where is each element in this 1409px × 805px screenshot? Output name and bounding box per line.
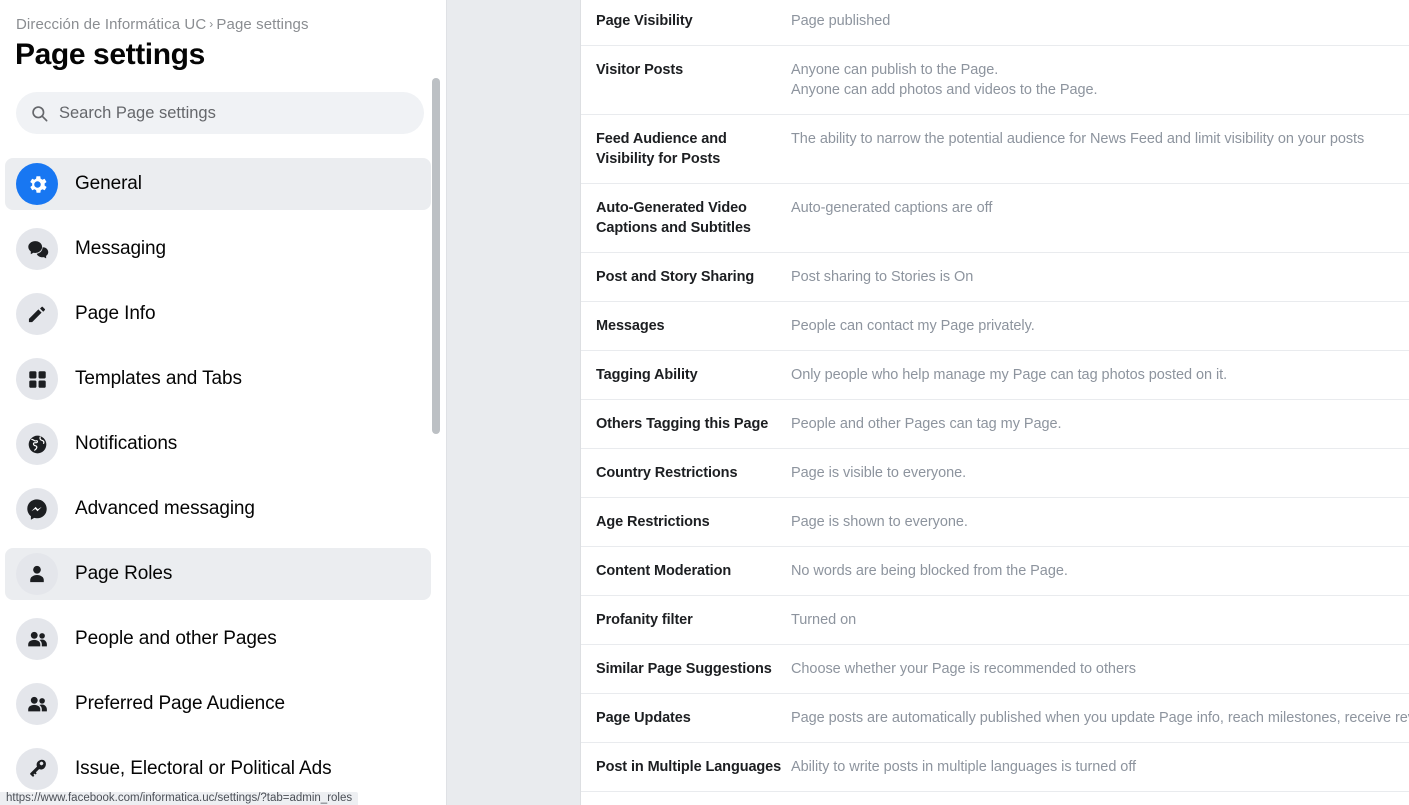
setting-row[interactable]: Visitor Posts Anyone can publish to the … bbox=[581, 46, 1409, 115]
search-box[interactable] bbox=[16, 92, 424, 134]
setting-label: Page Visibility bbox=[596, 13, 693, 29]
setting-row[interactable]: Messages People can contact my Page priv… bbox=[581, 302, 1409, 351]
sidebar-item-templates-and-tabs[interactable]: Templates and Tabs bbox=[5, 353, 431, 405]
gear-icon bbox=[16, 163, 58, 205]
messenger-icon bbox=[16, 488, 58, 530]
setting-row[interactable]: Country Restrictions Page is visible to … bbox=[581, 449, 1409, 498]
setting-value: No words are being blocked from the Page… bbox=[791, 563, 1068, 579]
setting-row[interactable]: Page Updates Page posts are automaticall… bbox=[581, 694, 1409, 743]
sidebar-item-notifications[interactable]: Notifications bbox=[5, 418, 431, 470]
setting-row[interactable]: Content Moderation No words are being bl… bbox=[581, 547, 1409, 596]
setting-label: Others Tagging this Page bbox=[596, 416, 769, 432]
setting-label: Post in Multiple Languages bbox=[596, 759, 782, 775]
sidebar-item-issue-electoral-political-ads[interactable]: Issue, Electoral or Political Ads bbox=[5, 743, 431, 795]
setting-value: Post sharing to Stories is On bbox=[791, 269, 974, 285]
setting-value: Page published bbox=[791, 13, 891, 29]
sidebar-item-label: Advanced messaging bbox=[75, 498, 255, 519]
setting-row[interactable]: Post in Multiple Languages Ability to wr… bbox=[581, 743, 1409, 792]
breadcrumb: Dirección de Informática UC › Page setting… bbox=[16, 16, 309, 33]
setting-value: People and other Pages can tag my Page. bbox=[791, 416, 1062, 432]
setting-row[interactable]: Translate Automatically Your posts may s… bbox=[581, 792, 1409, 805]
search-icon bbox=[30, 104, 59, 123]
setting-label: Messages bbox=[596, 318, 665, 334]
globe-icon bbox=[16, 423, 58, 465]
status-bar-link-preview: https://www.facebook.com/informatica.uc/… bbox=[0, 792, 359, 805]
breadcrumb-separator-icon: › bbox=[209, 17, 214, 31]
sidebar-item-label: Messaging bbox=[75, 238, 166, 259]
chat-bubbles-icon bbox=[16, 228, 58, 270]
setting-value: Auto-generated captions are off bbox=[791, 200, 993, 216]
breadcrumb-parent-link[interactable]: Dirección de Informática UC bbox=[16, 16, 206, 33]
setting-value: Anyone can publish to the Page. Anyone c… bbox=[791, 62, 1098, 98]
setting-row[interactable]: Tagging Ability Only people who help man… bbox=[581, 351, 1409, 400]
setting-value: Page is shown to everyone. bbox=[791, 514, 968, 530]
setting-value: Turned on bbox=[791, 612, 857, 628]
sidebar-item-label: Page Info bbox=[75, 303, 156, 324]
setting-row[interactable]: Auto-Generated Video Captions and Subtit… bbox=[581, 184, 1409, 253]
setting-row[interactable]: Others Tagging this Page People and othe… bbox=[581, 400, 1409, 449]
setting-value: Choose whether your Page is recommended … bbox=[791, 661, 1136, 677]
setting-row[interactable]: Post and Story Sharing Post sharing to S… bbox=[581, 253, 1409, 302]
setting-value: People can contact my Page privately. bbox=[791, 318, 1035, 334]
page-settings-screen: Dirección de Informática UC › Page setting… bbox=[0, 0, 1409, 805]
setting-label: Post and Story Sharing bbox=[596, 269, 755, 285]
grid-squares-icon bbox=[16, 358, 58, 400]
setting-label: Visitor Posts bbox=[596, 62, 684, 78]
setting-value: Page posts are automatically published w… bbox=[791, 710, 1409, 726]
setting-label: Profanity filter bbox=[596, 612, 693, 628]
sidebar-item-label: Templates and Tabs bbox=[75, 368, 242, 389]
people-icon bbox=[16, 683, 58, 725]
person-icon bbox=[16, 553, 58, 595]
sidebar-item-page-info[interactable]: Page Info bbox=[5, 288, 431, 340]
sidebar-scrollbar-thumb[interactable] bbox=[432, 78, 440, 434]
setting-value: Page is visible to everyone. bbox=[791, 465, 967, 481]
setting-label: Tagging Ability bbox=[596, 367, 698, 383]
setting-row[interactable]: Similar Page Suggestions Choose whether … bbox=[581, 645, 1409, 694]
sidebar-item-preferred-page-audience[interactable]: Preferred Page Audience bbox=[5, 678, 431, 730]
sidebar-item-people-and-other-pages[interactable]: People and other Pages bbox=[5, 613, 431, 665]
setting-value: Ability to write posts in multiple langu… bbox=[791, 759, 1137, 775]
setting-label: Country Restrictions bbox=[596, 465, 738, 481]
people-icon bbox=[16, 618, 58, 660]
search-input[interactable] bbox=[59, 103, 399, 123]
sidebar-item-advanced-messaging[interactable]: Advanced messaging bbox=[5, 483, 431, 535]
pencil-icon bbox=[16, 293, 58, 335]
sidebar-item-label: Page Roles bbox=[75, 563, 173, 584]
setting-row[interactable]: Age Restrictions Page is shown to everyo… bbox=[581, 498, 1409, 547]
page-title: Page settings bbox=[15, 38, 205, 71]
key-icon bbox=[16, 748, 58, 790]
sidebar-item-messaging[interactable]: Messaging bbox=[5, 223, 431, 275]
sidebar-item-label: Issue, Electoral or Political Ads bbox=[75, 758, 332, 779]
setting-row[interactable]: Feed Audience and Visibility for Posts T… bbox=[581, 115, 1409, 184]
setting-label: Auto-Generated Video Captions and Subtit… bbox=[596, 200, 751, 236]
setting-value: Only people who help manage my Page can … bbox=[791, 367, 1228, 383]
sidebar-item-label: Preferred Page Audience bbox=[75, 693, 286, 714]
settings-main-area: Page Visibility Page published Visitor P… bbox=[447, 0, 1409, 805]
sidebar-nav-list: General Messaging Page Info Templates an… bbox=[0, 158, 436, 805]
setting-label: Content Moderation bbox=[596, 563, 732, 579]
setting-value: The ability to narrow the potential audi… bbox=[791, 131, 1365, 147]
sidebar-item-label: People and other Pages bbox=[75, 628, 277, 649]
sidebar-item-label: General bbox=[75, 173, 142, 194]
setting-row[interactable]: Page Visibility Page published bbox=[581, 0, 1409, 46]
sidebar-item-page-roles[interactable]: Page Roles bbox=[5, 548, 431, 600]
setting-label: Similar Page Suggestions bbox=[596, 661, 772, 677]
setting-label: Page Updates bbox=[596, 710, 691, 726]
setting-row[interactable]: Profanity filter Turned on bbox=[581, 596, 1409, 645]
sidebar-item-general[interactable]: General bbox=[5, 158, 431, 210]
sidebar-item-label: Notifications bbox=[75, 433, 178, 454]
breadcrumb-current: Page settings bbox=[216, 16, 309, 33]
settings-sidebar: Dirección de Informática UC › Page setting… bbox=[0, 0, 447, 805]
setting-label: Age Restrictions bbox=[596, 514, 710, 530]
general-settings-card: Page Visibility Page published Visitor P… bbox=[580, 0, 1409, 805]
setting-label: Feed Audience and Visibility for Posts bbox=[596, 131, 727, 167]
